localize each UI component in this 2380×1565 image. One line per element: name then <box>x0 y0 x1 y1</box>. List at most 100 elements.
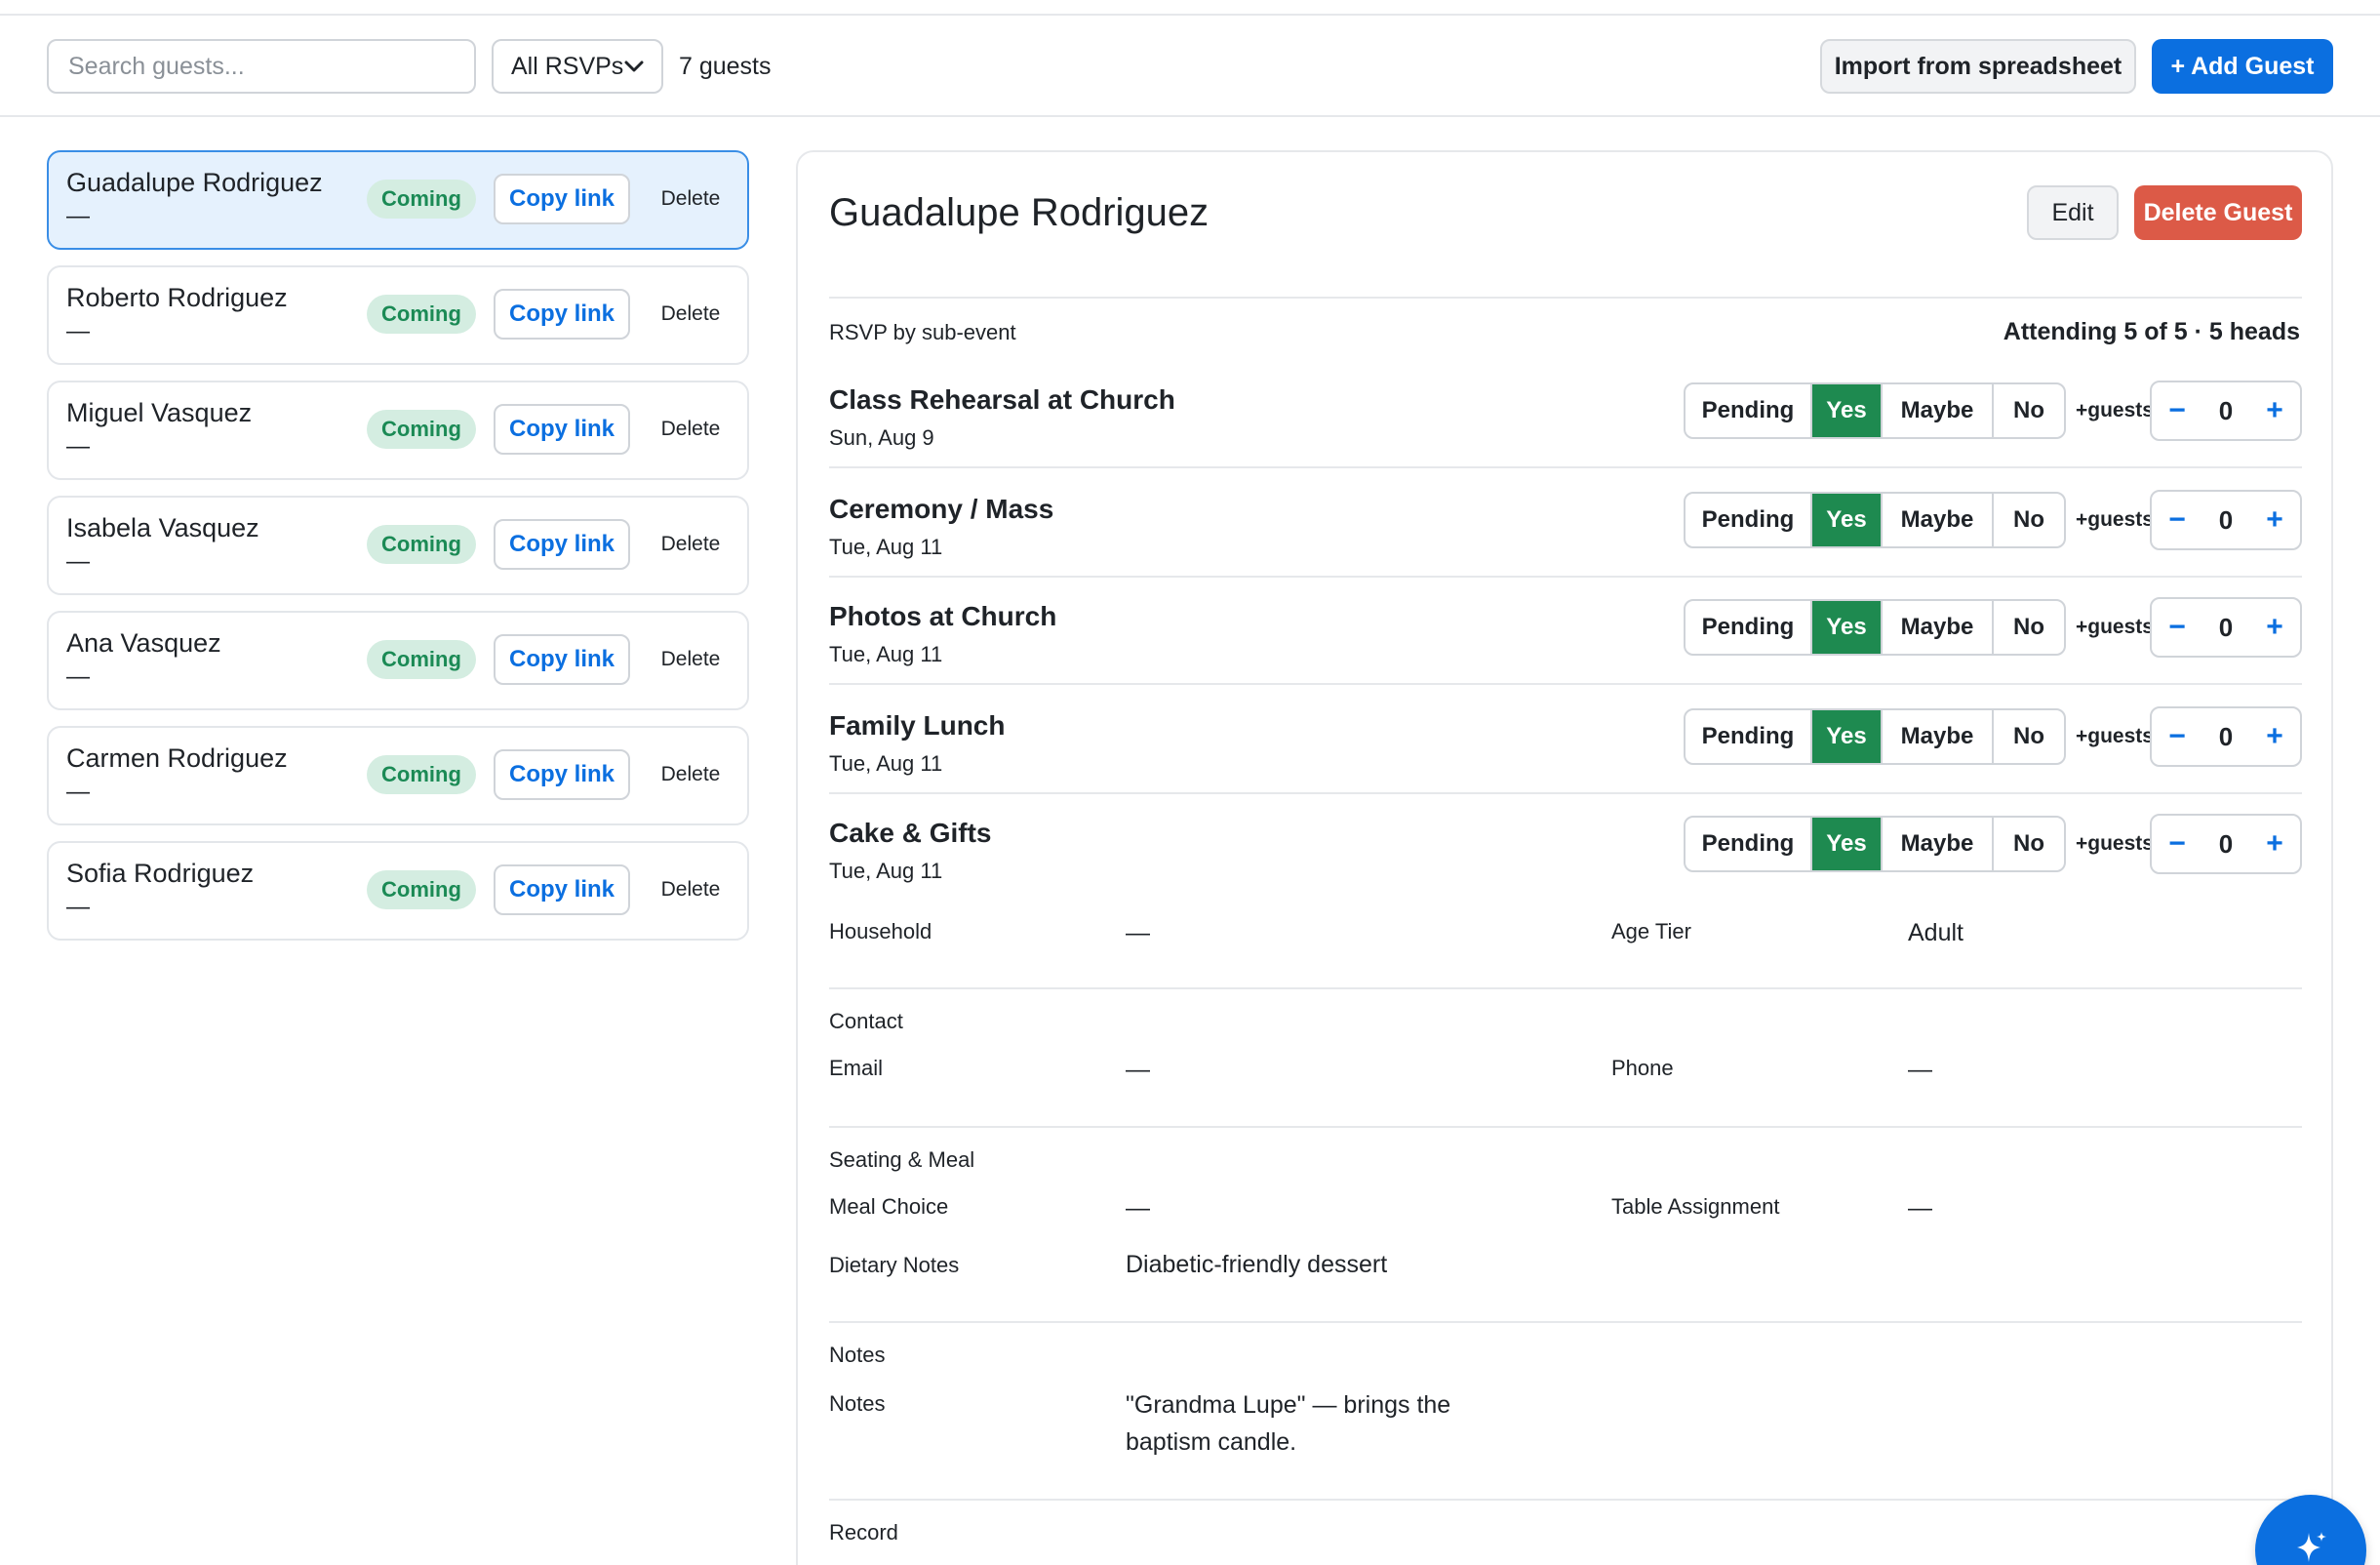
copy-link-button[interactable]: Copy link <box>494 519 630 570</box>
import-spreadsheet-button[interactable]: Import from spreadsheet <box>1820 39 2136 94</box>
guest-card[interactable]: Ana Vasquez — Coming Copy link Delete <box>47 611 749 710</box>
guest-detail-panel: Guadalupe Rodriguez Edit Delete Guest RS… <box>796 150 2333 1565</box>
divider <box>829 792 2302 794</box>
decrement-button[interactable]: − <box>2152 611 2202 644</box>
decrement-button[interactable]: − <box>2152 720 2202 753</box>
rsvp-yes-option[interactable]: Yes <box>1812 818 1883 870</box>
phone-value: — <box>1908 1056 1932 1083</box>
guest-count: 7 guests <box>679 53 772 80</box>
rsvp-filter-value: All RSVPs <box>511 52 624 80</box>
rsvp-pending-option[interactable]: Pending <box>1686 494 1812 546</box>
rsvp-no-option[interactable]: No <box>1994 818 2064 870</box>
plus-guests-label: +guests <box>2076 508 2154 531</box>
increment-button[interactable]: + <box>2249 503 2300 537</box>
event-row: Cake & Gifts Tue, Aug 11 Pending Yes May… <box>829 810 2302 917</box>
rsvp-yes-option[interactable]: Yes <box>1812 494 1883 546</box>
guest-name: Roberto Rodriguez <box>66 283 288 312</box>
meal-choice-value: — <box>1126 1194 1150 1222</box>
status-badge: Coming <box>367 410 476 449</box>
plus-guests-label: +guests <box>2076 832 2154 855</box>
status-badge: Coming <box>367 870 476 909</box>
add-guest-button[interactable]: + Add Guest <box>2152 39 2333 94</box>
divider <box>829 683 2302 685</box>
delete-button[interactable]: Delete <box>646 749 735 800</box>
delete-button[interactable]: Delete <box>646 519 735 570</box>
household-value: — <box>1126 919 1150 946</box>
guest-card[interactable]: Isabela Vasquez — Coming Copy link Delet… <box>47 496 749 595</box>
plus-guests-stepper: − 0 + <box>2150 490 2302 550</box>
delete-button[interactable]: Delete <box>646 864 735 915</box>
detail-title: Guadalupe Rodriguez <box>829 191 1210 234</box>
copy-link-button[interactable]: Copy link <box>494 749 630 800</box>
rsvp-yes-option[interactable]: Yes <box>1812 710 1883 763</box>
rsvp-segmented-control: Pending Yes Maybe No <box>1684 816 2066 872</box>
guest-household: — <box>66 203 90 229</box>
guest-household: — <box>66 663 90 690</box>
edit-button[interactable]: Edit <box>2027 185 2119 240</box>
copy-link-button[interactable]: Copy link <box>494 404 630 455</box>
decrement-button[interactable]: − <box>2152 394 2202 427</box>
rsvp-segmented-control: Pending Yes Maybe No <box>1684 708 2066 765</box>
copy-link-button[interactable]: Copy link <box>494 864 630 915</box>
divider <box>829 297 2302 299</box>
rsvp-maybe-option[interactable]: Maybe <box>1883 384 1994 437</box>
copy-link-button[interactable]: Copy link <box>494 174 630 224</box>
rsvp-maybe-option[interactable]: Maybe <box>1883 818 1994 870</box>
increment-button[interactable]: + <box>2249 720 2300 753</box>
rsvp-pending-option[interactable]: Pending <box>1686 601 1812 654</box>
guest-name: Ana Vasquez <box>66 628 221 658</box>
rsvp-yes-option[interactable]: Yes <box>1812 601 1883 654</box>
rsvp-segmented-control: Pending Yes Maybe No <box>1684 599 2066 656</box>
plus-guests-stepper: − 0 + <box>2150 706 2302 767</box>
guest-card[interactable]: Roberto Rodriguez — Coming Copy link Del… <box>47 265 749 365</box>
increment-button[interactable]: + <box>2249 827 2300 861</box>
guest-card[interactable]: Sofia Rodriguez — Coming Copy link Delet… <box>47 841 749 941</box>
guest-household: — <box>66 894 90 920</box>
guest-card[interactable]: Guadalupe Rodriguez — Coming Copy link D… <box>47 150 749 250</box>
plus-guests-stepper: − 0 + <box>2150 381 2302 441</box>
notes-value-line1: "Grandma Lupe" — brings the <box>1126 1391 1451 1419</box>
rsvp-maybe-option[interactable]: Maybe <box>1883 710 1994 763</box>
phone-label: Phone <box>1611 1056 1674 1080</box>
rsvp-maybe-option[interactable]: Maybe <box>1883 494 1994 546</box>
plus-guests-value: 0 <box>2218 395 2234 425</box>
delete-guest-button[interactable]: Delete Guest <box>2134 185 2302 240</box>
notes-label: Notes <box>829 1391 886 1416</box>
event-date: Tue, Aug 11 <box>829 642 943 666</box>
decrement-button[interactable]: − <box>2152 503 2202 537</box>
plus-guests-stepper: − 0 + <box>2150 597 2302 658</box>
delete-button[interactable]: Delete <box>646 174 735 224</box>
rsvp-pending-option[interactable]: Pending <box>1686 818 1812 870</box>
rsvp-no-option[interactable]: No <box>1994 601 2064 654</box>
rsvp-filter-select[interactable]: All RSVPs <box>492 39 663 94</box>
rsvp-no-option[interactable]: No <box>1994 710 2064 763</box>
increment-button[interactable]: + <box>2249 394 2300 427</box>
guest-card[interactable]: Carmen Rodriguez — Coming Copy link Dele… <box>47 726 749 825</box>
status-badge: Coming <box>367 640 476 679</box>
decrement-button[interactable]: − <box>2152 827 2202 861</box>
plus-guests-value: 0 <box>2218 828 2234 859</box>
copy-link-button[interactable]: Copy link <box>494 289 630 340</box>
email-value: — <box>1126 1056 1150 1083</box>
rsvp-maybe-option[interactable]: Maybe <box>1883 601 1994 654</box>
rsvp-pending-option[interactable]: Pending <box>1686 384 1812 437</box>
delete-button[interactable]: Delete <box>646 404 735 455</box>
search-input[interactable] <box>47 39 476 94</box>
increment-button[interactable]: + <box>2249 611 2300 644</box>
delete-button[interactable]: Delete <box>646 289 735 340</box>
event-name: Class Rehearsal at Church <box>829 384 1175 415</box>
delete-button[interactable]: Delete <box>646 634 735 685</box>
divider <box>829 1126 2302 1128</box>
event-date: Sun, Aug 9 <box>829 425 934 450</box>
copy-link-button[interactable]: Copy link <box>494 634 630 685</box>
guest-name: Carmen Rodriguez <box>66 743 288 773</box>
rsvp-yes-option[interactable]: Yes <box>1812 384 1883 437</box>
email-label: Email <box>829 1056 884 1080</box>
rsvp-no-option[interactable]: No <box>1994 494 2064 546</box>
rsvp-no-option[interactable]: No <box>1994 384 2064 437</box>
plus-guests-stepper: − 0 + <box>2150 814 2302 874</box>
rsvp-pending-option[interactable]: Pending <box>1686 710 1812 763</box>
divider <box>829 1321 2302 1323</box>
guest-card[interactable]: Miguel Vasquez — Coming Copy link Delete <box>47 381 749 480</box>
plus-guests-label: +guests <box>2076 399 2154 421</box>
